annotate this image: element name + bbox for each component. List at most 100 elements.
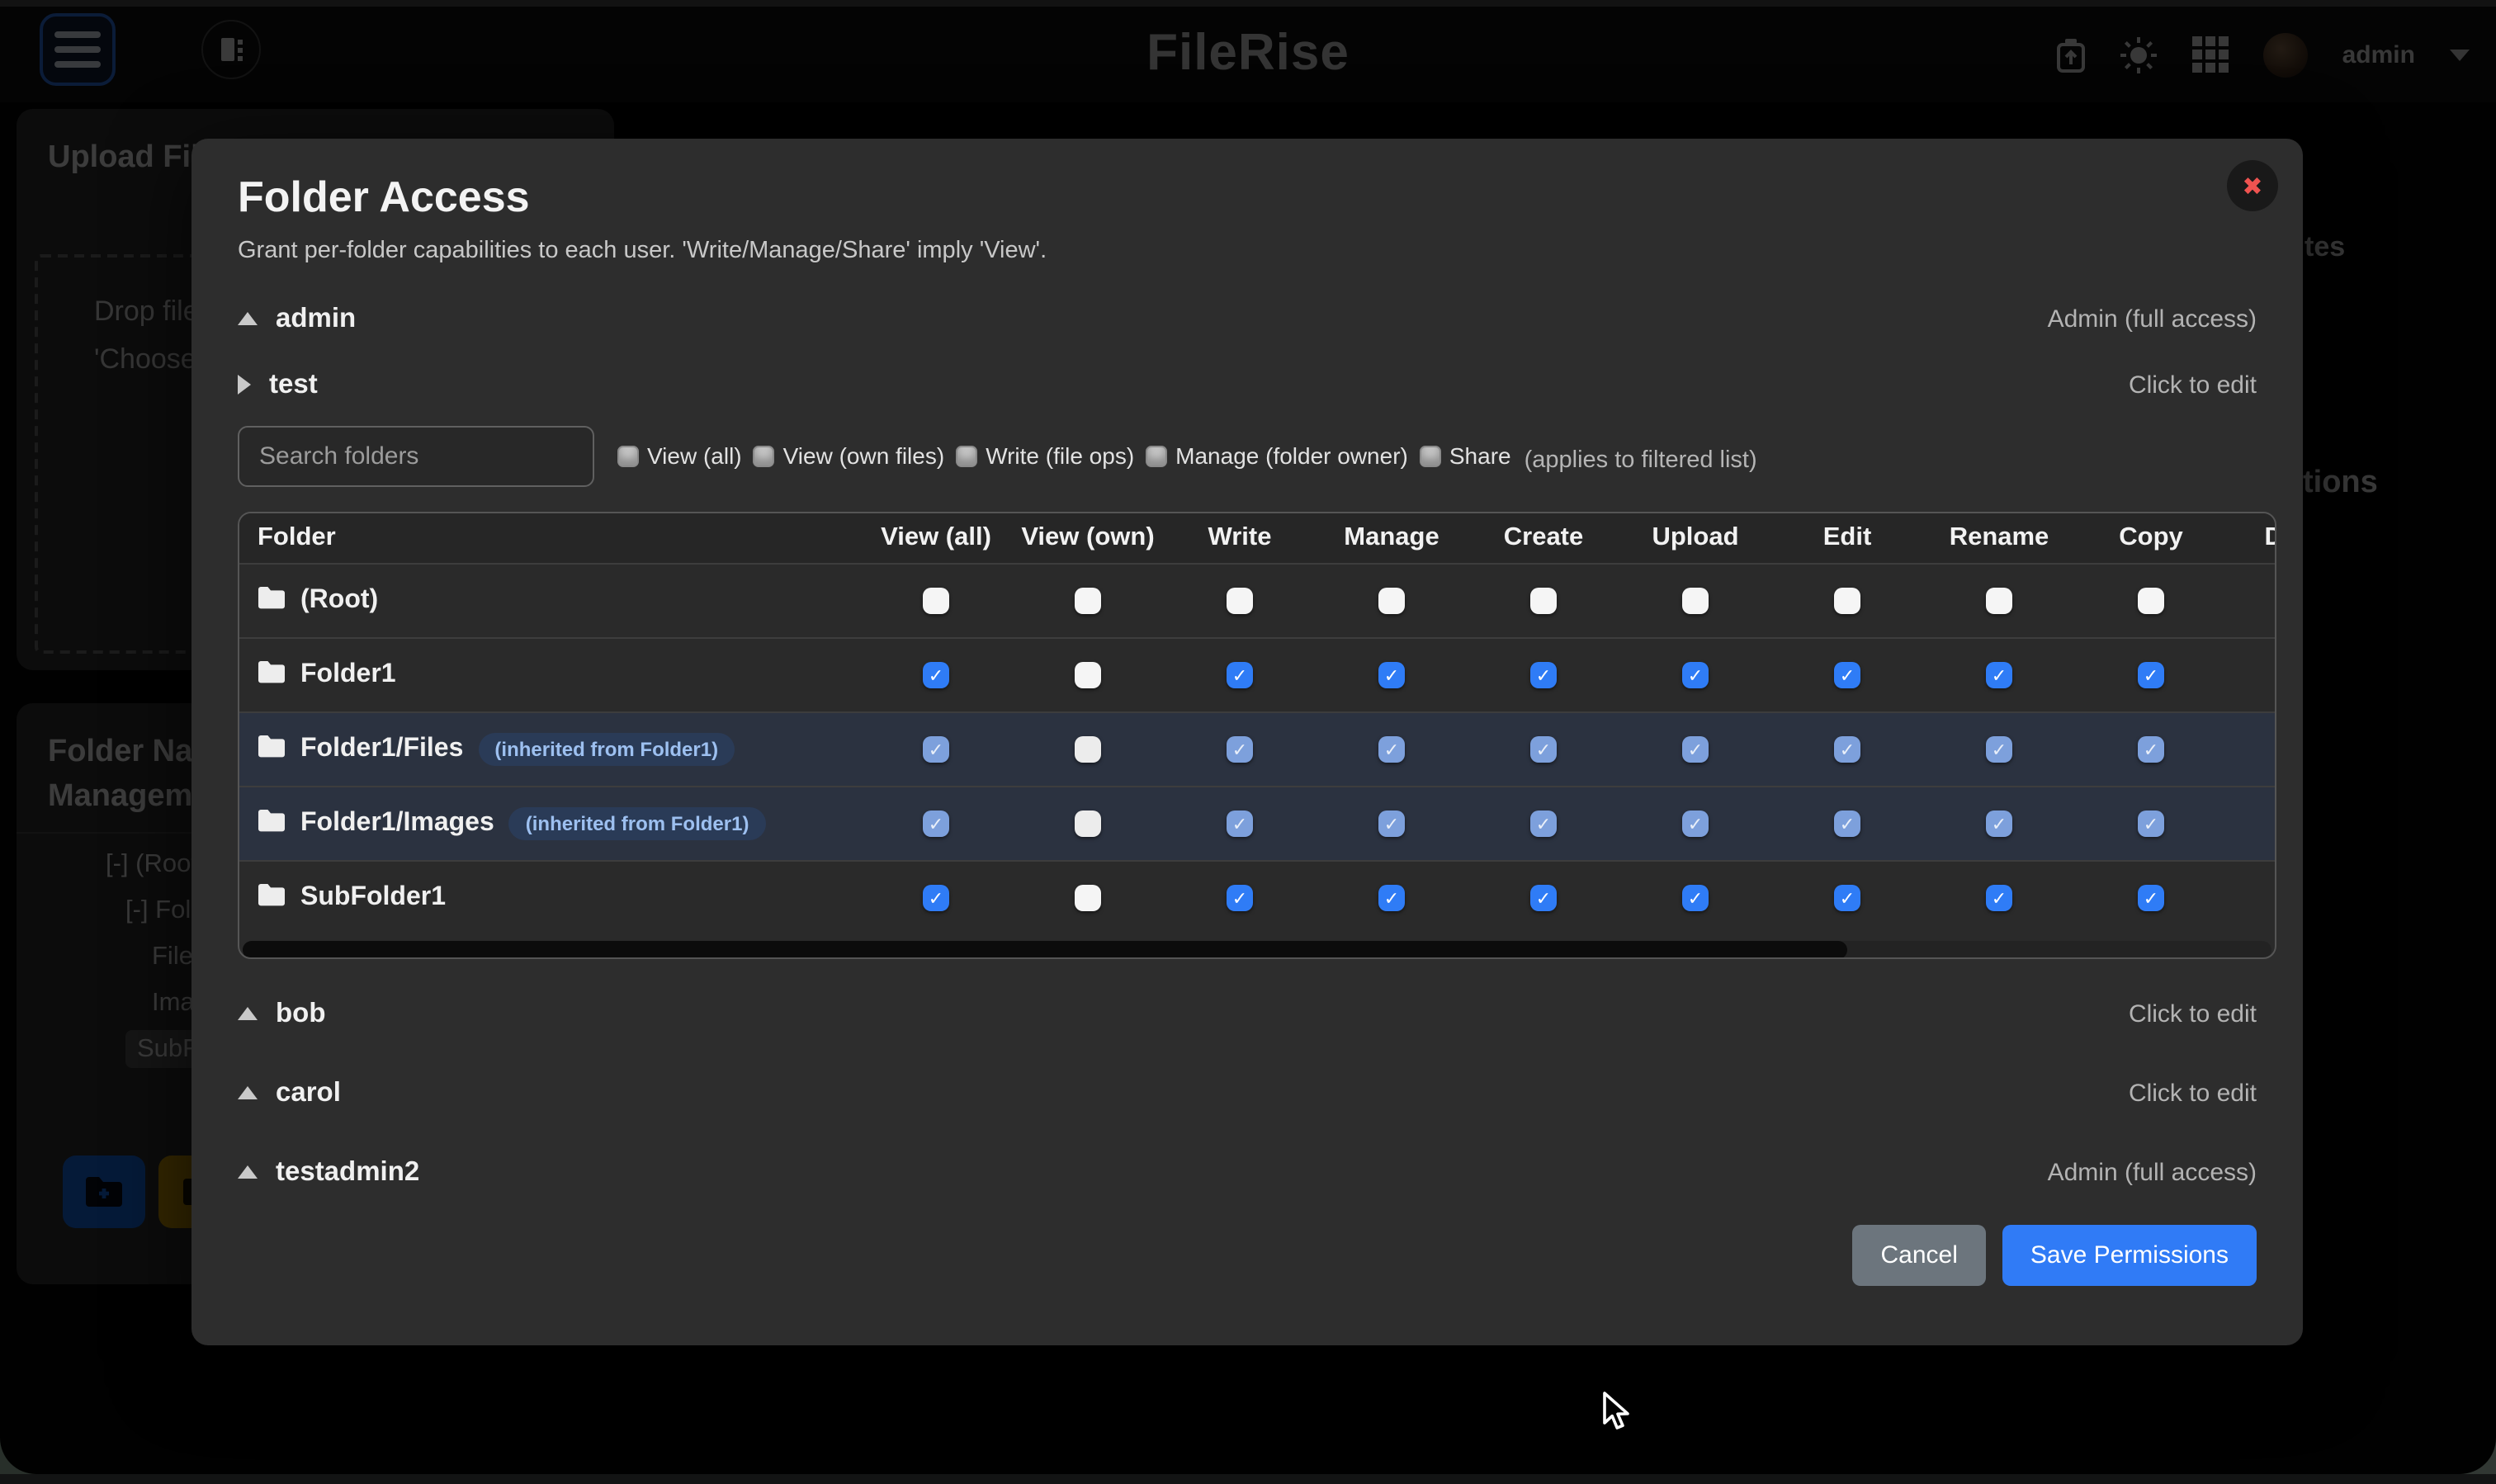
folder-row-root: (Root) (239, 563, 2275, 637)
permission-checkbox-rename[interactable]: ✓ (1986, 885, 2012, 911)
permission-checkbox-edit[interactable]: ✓ (1834, 885, 1860, 911)
permission-checkbox-upload: ✓ (1682, 811, 1709, 837)
close-button[interactable]: ✖ (2227, 160, 2278, 211)
permission-checkbox-rename[interactable]: ✓ (1986, 662, 2012, 688)
bulk-toggle-write-file-ops: Write (file ops) (956, 442, 1134, 469)
folder-cell: Folder1/Files(inherited from Folder1) (239, 733, 860, 766)
permission-checkbox-write[interactable] (1227, 588, 1253, 614)
user-status: Admin (full access) (2048, 305, 2257, 333)
permission-checkbox-upload: ✓ (1682, 736, 1709, 763)
permission-checkbox-view-all: ✓ (923, 811, 949, 837)
permission-checkbox-create[interactable]: ✓ (1530, 885, 1557, 911)
permission-checkbox-edit: ✓ (1834, 811, 1860, 837)
permission-checkbox-view-own[interactable] (1075, 588, 1101, 614)
permission-checkbox-rename: ✓ (1986, 736, 2012, 763)
permission-checkbox-edit: ✓ (1834, 736, 1860, 763)
bulk-checkbox-label[interactable]: View (all) (647, 442, 742, 469)
column-header-delete: Delete (2227, 523, 2276, 553)
permission-checkbox-view-all[interactable] (923, 588, 949, 614)
caret-right-icon (238, 375, 251, 395)
permission-checkbox-upload[interactable]: ✓ (1682, 662, 1709, 688)
permission-checkbox-view-own (1075, 811, 1101, 837)
permission-checkbox-view-all[interactable]: ✓ (923, 662, 949, 688)
permission-checkbox-view-all[interactable]: ✓ (923, 885, 949, 911)
user-row-test[interactable]: test Click to edit (238, 352, 2257, 418)
user-row-bob[interactable]: bob Click to edit (238, 981, 2257, 1047)
bulk-checkbox[interactable] (1146, 445, 1167, 466)
folder-cell: (Root) (239, 585, 860, 617)
user-name: testadmin2 (276, 1156, 419, 1188)
column-header-view-own: View (own) (1012, 523, 1164, 553)
folder-icon (258, 808, 286, 839)
permission-checkbox-view-own[interactable] (1075, 662, 1101, 688)
permission-checkbox-manage[interactable]: ✓ (1378, 885, 1405, 911)
permission-checkbox-write: ✓ (1227, 736, 1253, 763)
permission-checkbox-view-own[interactable] (1075, 885, 1101, 911)
permission-checkbox-upload[interactable] (1682, 588, 1709, 614)
permission-checkbox-rename[interactable] (1986, 588, 2012, 614)
close-icon: ✖ (2242, 171, 2262, 201)
caret-up-icon (238, 1086, 258, 1099)
bulk-checkbox[interactable] (956, 445, 977, 466)
user-name: carol (276, 1077, 341, 1108)
permission-checkbox-view-own (1075, 736, 1101, 763)
folder-row-folder1-files: Folder1/Files(inherited from Folder1) ✓ ✓ ✓… (239, 711, 2275, 786)
bulk-toggle-view-all: View (all) (617, 442, 742, 469)
folder-icon (258, 585, 286, 617)
permission-checkbox-upload[interactable]: ✓ (1682, 885, 1709, 911)
permission-checkbox-create[interactable]: ✓ (1530, 662, 1557, 688)
column-header-copy: Copy (2075, 523, 2227, 553)
bulk-checkbox[interactable] (1420, 445, 1441, 466)
permission-checkbox-manage: ✓ (1378, 811, 1405, 837)
permission-checkbox-copy[interactable]: ✓ (2138, 662, 2164, 688)
column-header-write: Write (1164, 523, 1316, 553)
bulk-checkbox[interactable] (617, 445, 639, 466)
bulk-checkbox[interactable] (754, 445, 775, 466)
permission-checkbox-manage[interactable]: ✓ (1378, 662, 1405, 688)
user-status: Click to edit (2129, 1000, 2257, 1028)
user-status: Admin (full access) (2048, 1158, 2257, 1186)
bulk-checkbox-label[interactable]: View (own files) (783, 442, 945, 469)
permission-checkbox-edit[interactable]: ✓ (1834, 662, 1860, 688)
permission-checkbox-copy[interactable]: ✓ (2138, 885, 2164, 911)
cancel-button[interactable]: Cancel (1853, 1225, 1986, 1286)
save-permissions-button[interactable]: Save Permissions (2002, 1225, 2257, 1286)
filter-row: View (all) View (own files) Write (file op… (238, 421, 2257, 490)
permission-checkbox-write: ✓ (1227, 811, 1253, 837)
column-header-create: Create (1468, 523, 1619, 553)
permission-checkbox-create[interactable] (1530, 588, 1557, 614)
permission-checkbox-write[interactable]: ✓ (1227, 885, 1253, 911)
bulk-toggle-view-own-files: View (own files) (754, 442, 945, 469)
column-header-folder: Folder (239, 523, 860, 553)
horizontal-scrollbar[interactable] (239, 936, 2275, 959)
permission-checkbox-write[interactable]: ✓ (1227, 662, 1253, 688)
bulk-checkbox-label[interactable]: Share (1449, 442, 1511, 469)
folder-cell: Folder1/Images(inherited from Folder1) (239, 807, 860, 840)
folder-name: (Root) (300, 586, 378, 616)
permission-checkbox-manage: ✓ (1378, 736, 1405, 763)
folder-row-subfolder1: SubFolder1✓✓✓✓✓✓✓✓✓ (239, 860, 2275, 934)
user-row-testadmin2[interactable]: testadmin2 Admin (full access) (238, 1139, 2257, 1205)
user-name: admin (276, 303, 356, 334)
bulk-checkbox-label[interactable]: Write (file ops) (986, 442, 1134, 469)
user-row-carol[interactable]: carol Click to edit (238, 1060, 2257, 1126)
permission-checkbox-copy: ✓ (2138, 811, 2164, 837)
caret-up-icon (238, 312, 258, 325)
folder-row-folder1-images: Folder1/Images(inherited from Folder1) ✓ ✓… (239, 786, 2275, 860)
column-header-manage: Manage (1316, 523, 1468, 553)
permission-checkbox-create: ✓ (1530, 736, 1557, 763)
folder-access-modal: ✖ Folder Access Grant per-folder capabil… (191, 139, 2303, 1345)
permission-checkbox-copy[interactable] (2138, 588, 2164, 614)
bulk-toggle-manage-folder-owner: Manage (folder owner) (1146, 442, 1408, 469)
caret-up-icon (238, 1007, 258, 1020)
permission-checkbox-edit[interactable] (1834, 588, 1860, 614)
inherited-badge: (inherited from Folder1) (509, 807, 766, 840)
folder-name: Folder1/Files (300, 735, 463, 764)
permission-checkbox-create: ✓ (1530, 811, 1557, 837)
bulk-checkbox-label[interactable]: Manage (folder owner) (1175, 442, 1408, 469)
permission-checkbox-manage[interactable] (1378, 588, 1405, 614)
scrollbar-thumb[interactable] (243, 941, 1847, 959)
column-header-upload: Upload (1619, 523, 1771, 553)
user-row-admin[interactable]: admin Admin (full access) (238, 286, 2257, 352)
search-input[interactable] (238, 425, 594, 486)
